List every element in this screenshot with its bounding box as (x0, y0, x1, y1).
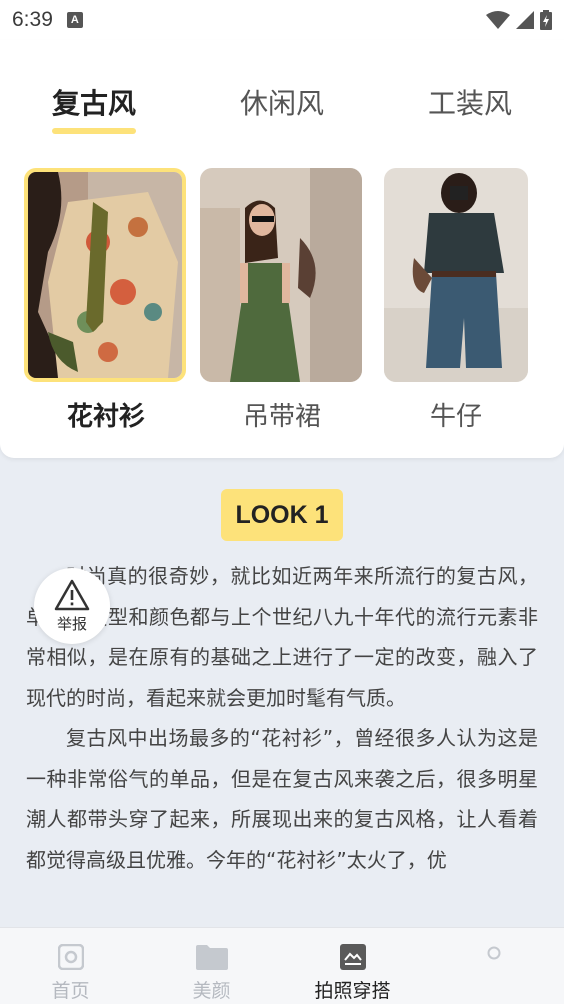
item-denim[interactable]: 牛仔 (384, 168, 548, 433)
slip-dress-image (200, 168, 362, 382)
report-label: 举报 (56, 614, 87, 633)
camera-icon (57, 944, 84, 970)
article-paragraph: 复古风中出场最多的“花衬衫”，曾经很多人认为这是一种非常俗气的单品，但是在复古风… (26, 726, 538, 872)
item-label: 花衬衫 (66, 402, 145, 432)
profile-icon (487, 946, 500, 960)
image-icon (339, 944, 366, 970)
item-slip-dress[interactable]: 吊带裙 (200, 168, 364, 433)
status-bar: 6:39 A (0, 0, 564, 40)
report-button[interactable]: 举报 (34, 568, 110, 644)
nav-profile[interactable] (423, 928, 564, 1004)
nav-photo-outfit[interactable]: 拍照穿搭 (282, 928, 423, 1004)
nav-label: 首页 (51, 980, 90, 1002)
clothing-items: 花衬衫 吊带裙 牛仔 (0, 168, 564, 438)
nav-label: 美颜 (192, 980, 231, 1002)
item-label: 吊带裙 (242, 402, 321, 432)
denim-image (384, 168, 528, 382)
active-tab-indicator (52, 128, 136, 134)
bottom-nav: 首页 美颜 拍照穿搭 (0, 927, 564, 1004)
item-floral-shirt[interactable]: 花衬衫 (24, 168, 188, 433)
article-paragraph: 时尚真的很奇妙，就比如近两年来所流行的复古风，单品的版型和颜色都与上个世纪八九十… (26, 564, 538, 710)
battery-icon (540, 10, 552, 30)
item-label: 牛仔 (429, 402, 482, 432)
notification-icon: A (66, 12, 83, 28)
nav-home[interactable]: 首页 (0, 928, 141, 1004)
status-icons (486, 10, 552, 30)
signal-icon (516, 11, 534, 29)
tab-retro[interactable]: 复古风 (24, 82, 164, 122)
tab-workwear[interactable]: 工装风 (400, 82, 540, 122)
floral-shirt-image (24, 168, 186, 382)
nav-label: 拍照穿搭 (314, 980, 391, 1002)
look-badge: LOOK 1 (221, 489, 343, 541)
nav-beauty[interactable]: 美颜 (141, 928, 282, 1004)
style-selector-card: 复古风 休闲风 工装风 花衬衫 吊带裙 牛仔 (0, 40, 564, 458)
warning-icon (54, 579, 90, 610)
folder-icon (195, 945, 228, 970)
status-time: 6:39 (12, 8, 53, 31)
tab-casual[interactable]: 休闲风 (212, 82, 352, 122)
wifi-icon (486, 11, 510, 29)
